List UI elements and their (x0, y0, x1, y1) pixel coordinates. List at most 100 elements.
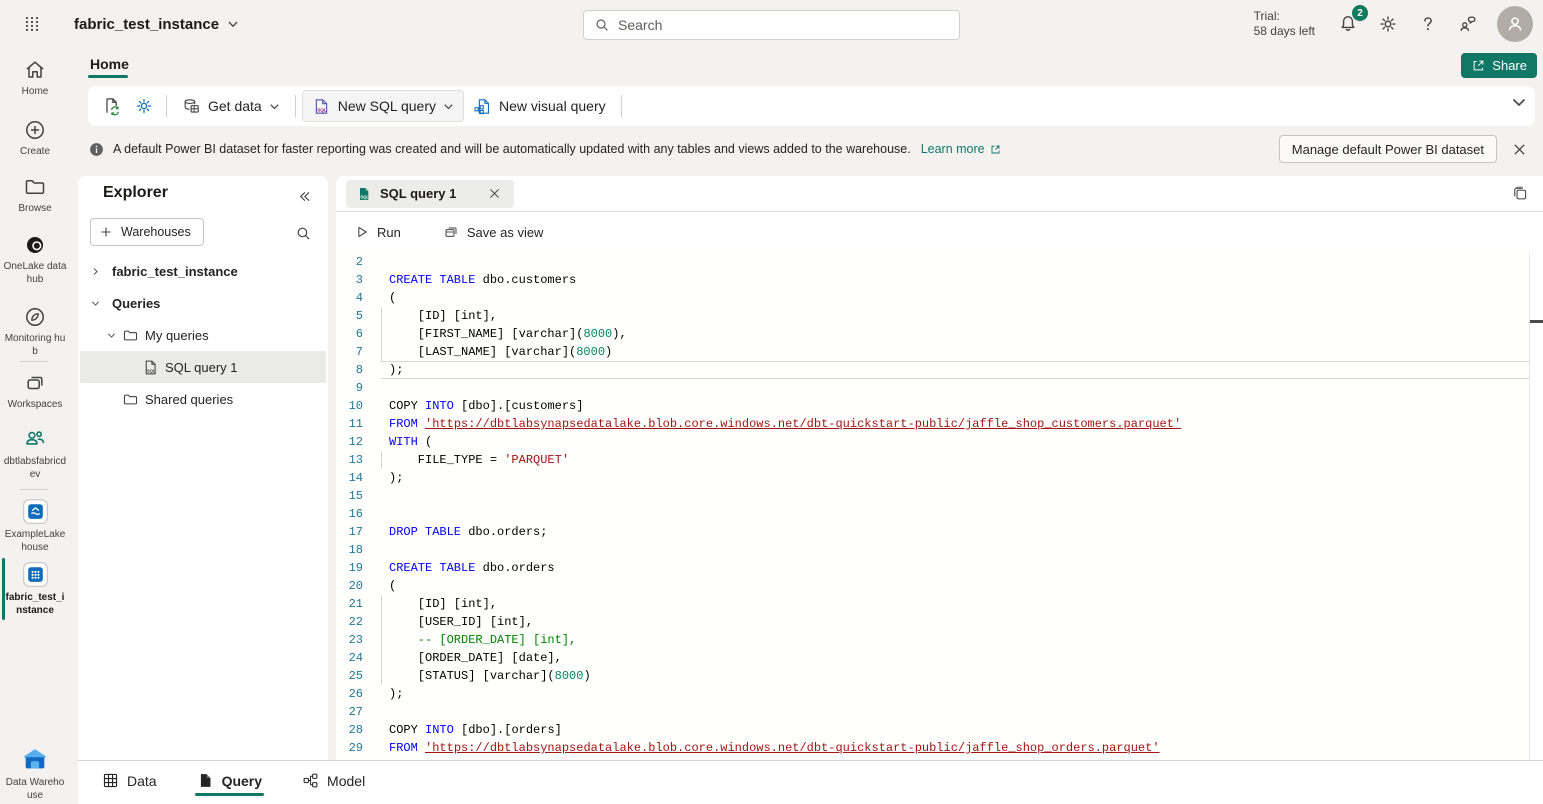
nav-monitoring-hub[interactable]: Monitoring hub (2, 305, 68, 358)
explorer-search-button[interactable] (292, 222, 314, 244)
learn-more-link[interactable]: Learn more (921, 142, 1002, 156)
code-line[interactable]: 23 -- [ORDER_DATE] [int], (336, 631, 1529, 649)
manage-default-dataset-button[interactable]: Manage default Power BI dataset (1279, 135, 1497, 163)
code-line-content[interactable]: [ORDER_DATE] [date], (381, 649, 1529, 667)
code-line[interactable]: 8); (336, 361, 1529, 379)
workspace-switcher[interactable]: fabric_test_instance (66, 8, 247, 40)
code-line[interactable]: 3CREATE TABLE dbo.customers (336, 271, 1529, 289)
code-line[interactable]: 18 (336, 541, 1529, 559)
code-line-content[interactable] (381, 541, 1529, 559)
nav-home[interactable]: Home (2, 58, 68, 98)
code-line-content[interactable]: ( (381, 577, 1529, 595)
tree-item-shared-queries[interactable]: Shared queries (78, 383, 328, 415)
search-input[interactable]: Search (583, 10, 960, 40)
code-line[interactable]: 19CREATE TABLE dbo.orders (336, 559, 1529, 577)
new-visual-query-button[interactable]: New visual query (464, 90, 615, 122)
code-line-content[interactable]: ); (381, 685, 1529, 703)
code-line-content[interactable]: FROM 'https://dbtlabsynapsedatalake.blob… (381, 739, 1529, 757)
settings-gear-button[interactable] (128, 90, 160, 122)
code-line[interactable]: 24 [ORDER_DATE] [date], (336, 649, 1529, 667)
tab-home[interactable]: Home (88, 52, 131, 76)
close-tab-button[interactable] (484, 184, 504, 204)
code-line[interactable]: 27 (336, 703, 1529, 721)
code-line[interactable]: 15 (336, 487, 1529, 505)
nav-create[interactable]: Create (2, 118, 68, 158)
tab-query[interactable]: Query (195, 761, 264, 800)
code-line-content[interactable]: [ID] [int], (381, 307, 1529, 325)
tree-item-sql-query-1[interactable]: SQL SQL query 1 (80, 351, 326, 383)
code-line-content[interactable]: [ID] [int], (381, 595, 1529, 613)
help-button[interactable] (1411, 7, 1445, 41)
code-line[interactable]: 29FROM 'https://dbtlabsynapsedatalake.bl… (336, 739, 1529, 757)
code-line[interactable]: 28COPY INTO [dbo].[orders] (336, 721, 1529, 739)
code-line[interactable]: 9 (336, 379, 1529, 397)
code-line[interactable]: 22 [USER_ID] [int], (336, 613, 1529, 631)
code-line-content[interactable]: COPY INTO [dbo].[customers] (381, 397, 1529, 415)
code-line-content[interactable] (381, 253, 1529, 271)
code-line-content[interactable] (381, 703, 1529, 721)
code-line[interactable]: 26); (336, 685, 1529, 703)
collapse-explorer-button[interactable] (292, 184, 316, 208)
run-button[interactable]: Run (349, 221, 407, 244)
code-line[interactable]: 12WITH ( (336, 433, 1529, 451)
tree-item-queries[interactable]: Queries (78, 287, 328, 319)
code-line-content[interactable]: ( (381, 289, 1529, 307)
code-line[interactable]: 17DROP TABLE dbo.orders; (336, 523, 1529, 541)
copy-button[interactable] (1509, 183, 1531, 205)
code-line-content[interactable]: WITH ( (381, 433, 1529, 451)
get-data-button[interactable]: Get data (173, 90, 289, 122)
code-line-content[interactable] (381, 505, 1529, 523)
code-line-content[interactable]: [LAST_NAME] [varchar](8000) (381, 343, 1529, 361)
nav-workspaces[interactable]: Workspaces (2, 371, 68, 411)
nav-item-examplelakehouse[interactable]: ExampleLakehouse (2, 498, 68, 554)
code-line[interactable]: 7 [LAST_NAME] [varchar](8000) (336, 343, 1529, 361)
nav-workspace-dbtlabsfabricdev[interactable]: dbtlabsfabricdev (2, 426, 68, 481)
tab-model[interactable]: Model (300, 761, 367, 800)
code-line[interactable]: 4( (336, 289, 1529, 307)
code-line[interactable]: 14); (336, 469, 1529, 487)
code-line-content[interactable]: [USER_ID] [int], (381, 613, 1529, 631)
notifications-button[interactable]: 2 (1331, 7, 1365, 41)
code-line[interactable]: 13 FILE_TYPE = 'PARQUET' (336, 451, 1529, 469)
code-line[interactable]: 6 [FIRST_NAME] [varchar](8000), (336, 325, 1529, 343)
tab-data[interactable]: Data (100, 761, 159, 800)
banner-close-button[interactable] (1505, 135, 1533, 163)
share-button[interactable]: Share (1461, 53, 1537, 78)
settings-button[interactable] (1371, 7, 1405, 41)
code-line[interactable]: 5 [ID] [int], (336, 307, 1529, 325)
code-line-content[interactable]: DROP TABLE dbo.orders; (381, 523, 1529, 541)
tab-sql-query-1[interactable]: SQL SQL query 1 (346, 180, 514, 208)
code-line-content[interactable]: FROM 'https://dbtlabsynapsedatalake.blob… (381, 415, 1529, 433)
code-line-content[interactable]: ); (381, 469, 1529, 487)
code-line[interactable]: 21 [ID] [int], (336, 595, 1529, 613)
code-line-content[interactable]: CREATE TABLE dbo.orders (381, 559, 1529, 577)
code-line-content[interactable]: FILE_TYPE = 'PARQUET' (381, 451, 1529, 469)
app-launcher-button[interactable] (14, 6, 50, 42)
code-line-content[interactable]: [STATUS] [varchar](8000) (381, 667, 1529, 685)
code-line[interactable]: 25 [STATUS] [varchar](8000) (336, 667, 1529, 685)
code-line[interactable]: 16 (336, 505, 1529, 523)
new-sql-query-button[interactable]: SQL New SQL query (302, 90, 464, 122)
code-line-content[interactable]: ); (381, 361, 1529, 379)
save-as-view-button[interactable]: Save as view (437, 220, 550, 244)
nav-data-warehouse[interactable]: Data Warehouse (2, 745, 68, 802)
tree-item-warehouse-root[interactable]: fabric_test_instance (78, 255, 328, 287)
code-line[interactable]: 11FROM 'https://dbtlabsynapsedatalake.bl… (336, 415, 1529, 433)
tree-item-my-queries[interactable]: My queries (78, 319, 328, 351)
nav-onelake-data-hub[interactable]: OneLake data hub (2, 233, 68, 286)
code-line-content[interactable] (381, 487, 1529, 505)
code-line[interactable]: 10COPY INTO [dbo].[customers] (336, 397, 1529, 415)
nav-item-fabric-test-instance[interactable]: fabric_test_instance (2, 561, 68, 617)
code-line-content[interactable]: CREATE TABLE dbo.customers (381, 271, 1529, 289)
nav-browse[interactable]: Browse (2, 175, 68, 215)
avatar[interactable] (1497, 6, 1533, 42)
new-warehouse-button[interactable]: Warehouses (90, 218, 204, 246)
code-line[interactable]: 20( (336, 577, 1529, 595)
feedback-button[interactable] (1451, 7, 1485, 41)
code-line-content[interactable]: COPY INTO [dbo].[orders] (381, 721, 1529, 739)
collapse-ribbon-button[interactable] (1511, 94, 1527, 110)
code-line-content[interactable] (381, 379, 1529, 397)
code-line[interactable]: 2 (336, 253, 1529, 271)
code-line-content[interactable]: -- [ORDER_DATE] [int], (381, 631, 1529, 649)
editor-scrollbar[interactable] (1529, 253, 1530, 760)
